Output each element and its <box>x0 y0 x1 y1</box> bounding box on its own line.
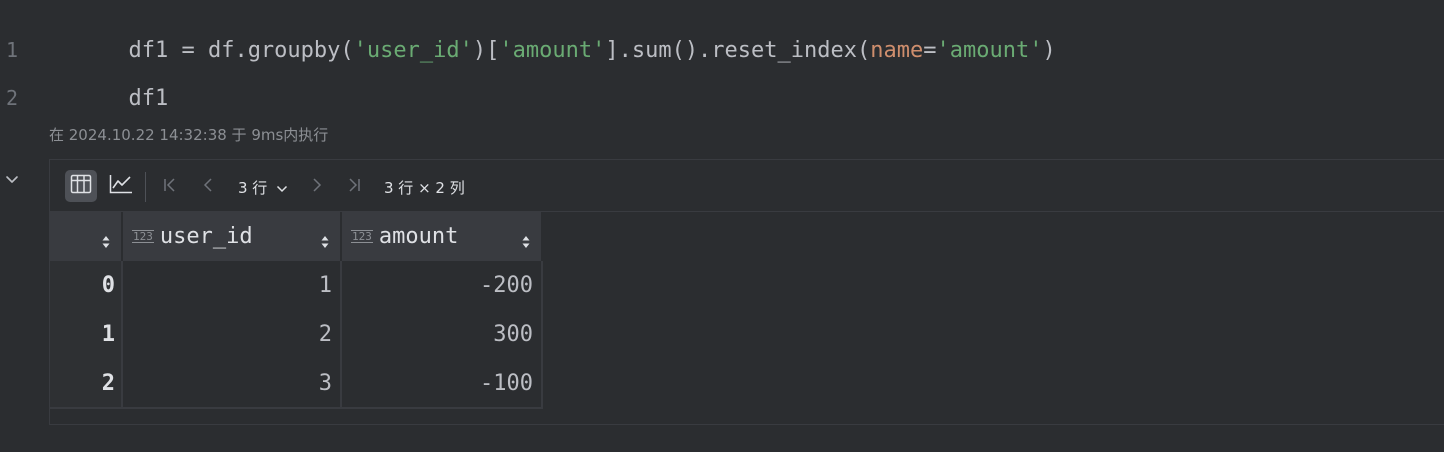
column-header-user-id[interactable]: 123 user_id <box>122 212 342 261</box>
table-view-button[interactable] <box>65 170 97 202</box>
table-cell[interactable]: -200 <box>341 261 543 310</box>
row-index: 0 <box>50 261 123 310</box>
output-toolbar: 3 行 3 行 × 2 列 <box>50 160 1444 212</box>
table-cell[interactable]: 1 <box>122 261 342 310</box>
code-token: 'amount' <box>499 37 606 63</box>
prev-page-button[interactable] <box>198 176 218 198</box>
next-page-button[interactable] <box>307 176 327 198</box>
code-token: df1 = df.groupby( <box>128 37 354 63</box>
first-page-button[interactable] <box>160 176 180 198</box>
notebook-cell: 1 df1 = df.groupby('user_id')['amount'].… <box>0 0 1444 452</box>
column-name: user_id <box>159 224 253 249</box>
rows-selector-label: 3 行 <box>238 179 268 197</box>
code-token: ].sum().reset_index( <box>605 37 871 63</box>
code-token: = <box>923 37 937 63</box>
execution-info: 在 2024.10.22 14:32:38 于 9ms内执行 <box>49 126 329 144</box>
code-token: )[ <box>472 37 500 63</box>
dataframe-shape: 3 行 × 2 列 <box>384 179 465 197</box>
table-cell[interactable]: 2 <box>122 310 342 359</box>
chart-view-button[interactable] <box>105 170 137 202</box>
last-page-icon <box>346 177 362 198</box>
sort-icon[interactable] <box>101 230 111 248</box>
numeric-type-icon: 123 <box>351 230 373 243</box>
column-name: amount <box>378 224 459 249</box>
dataframe-output: 3 行 3 行 × 2 列 123 user_id 123 amount 0 1… <box>49 159 1444 425</box>
row-index: 2 <box>50 359 123 409</box>
sort-icon[interactable] <box>320 230 330 248</box>
table-row: 1 2 300 <box>50 310 543 359</box>
toolbar-divider <box>145 172 146 202</box>
table-row: 2 3 -100 <box>50 359 543 409</box>
table-header-row: 123 user_id 123 amount <box>50 212 543 261</box>
code-token: df1 <box>128 85 169 111</box>
table-cell[interactable]: -100 <box>341 359 543 409</box>
row-index: 1 <box>50 310 123 359</box>
code-token: name <box>870 37 924 63</box>
table-cell[interactable]: 3 <box>122 359 342 409</box>
table-icon <box>70 174 92 199</box>
column-header-amount[interactable]: 123 amount <box>341 212 543 261</box>
line-chart-icon <box>109 174 133 199</box>
table-row: 0 1 -200 <box>50 261 543 310</box>
chevron-down-icon <box>276 180 288 198</box>
chevron-right-icon <box>309 177 325 198</box>
column-header-index[interactable] <box>50 212 123 261</box>
code-token: 'amount' <box>936 37 1043 63</box>
chevron-down-icon[interactable] <box>4 172 20 188</box>
line-number: 2 <box>6 86 19 110</box>
first-page-icon <box>162 177 178 198</box>
chevron-left-icon <box>200 177 216 198</box>
line-number: 1 <box>6 38 19 62</box>
numeric-type-icon: 123 <box>132 230 154 243</box>
sort-icon[interactable] <box>521 230 531 248</box>
dataframe-table: 123 user_id 123 amount 0 1 -200 1 2 300 … <box>50 212 543 409</box>
code-token: 'user_id' <box>353 37 473 63</box>
rows-per-page-select[interactable]: 3 行 <box>238 177 288 198</box>
code-text[interactable]: df1 = df.groupby('user_id')['amount'].su… <box>49 13 1056 88</box>
table-cell[interactable]: 300 <box>341 310 543 359</box>
last-page-button[interactable] <box>344 176 364 198</box>
code-token: ) <box>1042 37 1056 63</box>
